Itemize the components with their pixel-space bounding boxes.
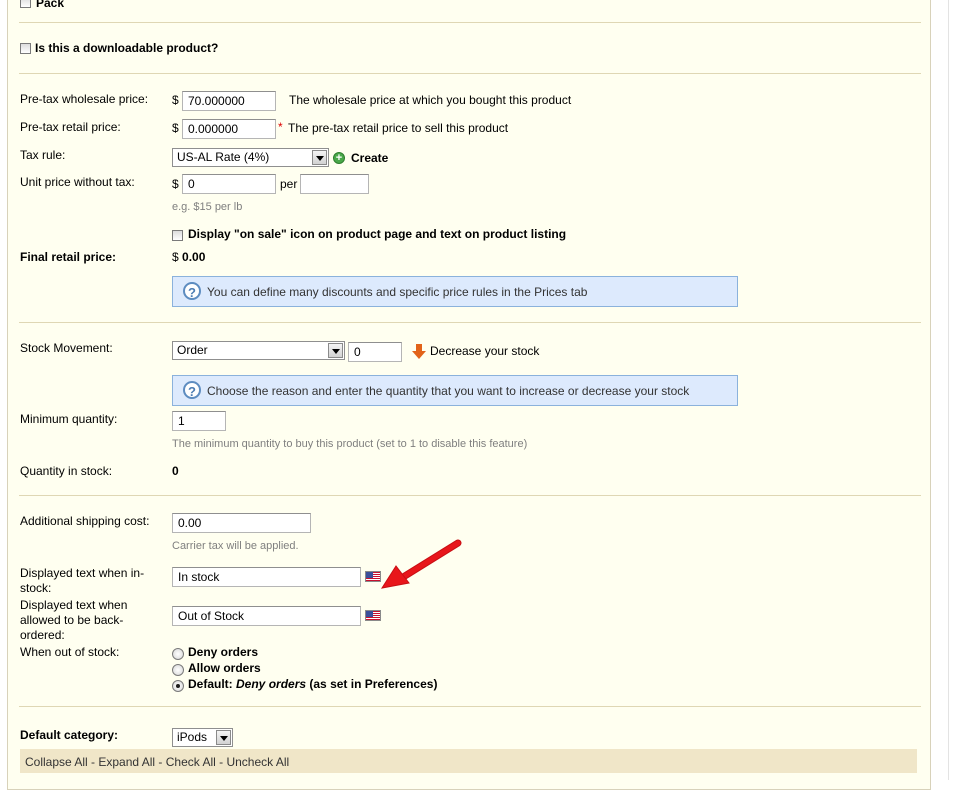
- arrow-down-icon: [412, 344, 426, 359]
- default-orders-label: Default: Deny orders (as set in Preferen…: [188, 677, 437, 691]
- qty-in-stock-value: 0: [172, 464, 179, 478]
- on-sale-label: Display "on sale" icon on product page a…: [188, 227, 567, 241]
- divider: [19, 322, 921, 323]
- unit-per-input[interactable]: [300, 174, 369, 194]
- min-qty-label: Minimum quantity:: [20, 412, 118, 426]
- min-qty-hint: The minimum quantity to buy this product…: [172, 438, 528, 450]
- check-all-link[interactable]: Check All: [166, 755, 216, 769]
- text-backorder-label-line: Displayed text when: [20, 598, 128, 612]
- uncheck-all-link[interactable]: Uncheck All: [226, 755, 289, 769]
- text-in-stock-input[interactable]: In stock: [172, 567, 361, 587]
- retail-price-input[interactable]: 0.000000: [182, 119, 276, 139]
- question-icon: ?: [183, 282, 201, 300]
- wholesale-price-desc: The wholesale price at which you bought …: [289, 93, 572, 107]
- downloadable-checkbox[interactable]: [20, 43, 31, 54]
- text-backorder-label: Displayed text when allowed to be back- …: [20, 598, 127, 643]
- required-asterisk: *: [278, 120, 283, 134]
- collapse-all-link[interactable]: Collapse All: [25, 755, 88, 769]
- prices-info-box: ? You can define many discounts and spec…: [172, 276, 738, 307]
- deny-orders-label: Deny orders: [188, 645, 259, 659]
- stock-movement-label: Stock Movement:: [20, 341, 113, 355]
- text-backorder-label-line: allowed to be back-: [20, 613, 124, 627]
- us-flag-icon[interactable]: [365, 610, 381, 621]
- final-price-value: $ 0.00: [172, 250, 205, 264]
- pack-checkbox[interactable]: [20, 0, 31, 8]
- unit-price-input[interactable]: 0: [182, 174, 276, 194]
- default-category-select[interactable]: iPods: [172, 728, 233, 747]
- text-in-stock-label: Displayed text when in- stock:: [20, 566, 144, 596]
- default-orders-radio[interactable]: [172, 680, 184, 692]
- divider: [19, 706, 921, 707]
- category-tree-actions: Collapse All - Expand All - Check All - …: [25, 755, 289, 769]
- deny-orders-radio[interactable]: [172, 648, 184, 660]
- default-category-selected: iPods: [177, 730, 208, 744]
- category-tree-toolbar: Collapse All - Expand All - Check All - …: [20, 749, 917, 773]
- page-right-gutter: [948, 0, 969, 780]
- default-suffix: (as set in Preferences): [309, 677, 438, 691]
- qty-in-stock-label: Quantity in stock:: [20, 464, 113, 478]
- stock-info-box: ? Choose the reason and enter the quanti…: [172, 375, 738, 406]
- create-tax-rule-link[interactable]: Create: [351, 151, 388, 165]
- shipping-cost-hint: Carrier tax will be applied.: [172, 540, 299, 552]
- chevron-down-icon: [328, 343, 343, 358]
- red-arrow-icon: [380, 539, 462, 589]
- text-backorder-label-line: ordered:: [20, 628, 65, 642]
- stock-action-text: Decrease your stock: [430, 344, 540, 358]
- text-in-stock-label-line: Displayed text when in-: [20, 566, 145, 580]
- allow-orders-radio[interactable]: [172, 664, 184, 676]
- stock-info-text: Choose the reason and enter the quantity…: [207, 384, 690, 398]
- unit-price-hint: e.g. $15 per lb: [172, 201, 243, 213]
- final-price-label: Final retail price:: [20, 250, 117, 264]
- per-label: per: [280, 177, 298, 191]
- default-value: Deny orders: [236, 677, 307, 691]
- shipping-cost-input[interactable]: 0.00: [172, 513, 311, 533]
- prices-info-text: You can define many discounts and specif…: [207, 285, 588, 299]
- divider: [19, 495, 921, 496]
- us-flag-icon[interactable]: [365, 571, 381, 582]
- text-backorder-input[interactable]: Out of Stock: [172, 606, 361, 626]
- divider: [19, 73, 921, 74]
- stock-quantity-input[interactable]: 0: [348, 342, 402, 362]
- wholesale-price-input[interactable]: 70.000000: [182, 91, 276, 111]
- shipping-cost-label: Additional shipping cost:: [20, 514, 150, 528]
- separator: -: [155, 755, 166, 769]
- currency-symbol: $: [172, 177, 179, 191]
- retail-price-desc: The pre-tax retail price to sell this pr…: [288, 121, 509, 135]
- tax-rule-label: Tax rule:: [20, 148, 66, 162]
- tax-rule-selected: US-AL Rate (4%): [177, 150, 270, 164]
- min-qty-input[interactable]: 1: [172, 411, 226, 431]
- tax-rule-select[interactable]: US-AL Rate (4%): [172, 148, 329, 167]
- divider: [19, 22, 921, 23]
- on-sale-checkbox[interactable]: [172, 230, 183, 241]
- currency-symbol: $: [172, 250, 179, 264]
- unit-price-label: Unit price without tax:: [20, 175, 135, 189]
- final-price-amount: 0.00: [182, 250, 206, 264]
- wholesale-price-label: Pre-tax wholesale price:: [20, 92, 149, 106]
- question-icon: ?: [183, 381, 201, 399]
- chevron-down-icon: [216, 730, 231, 745]
- separator: -: [87, 755, 99, 769]
- retail-price-label: Pre-tax retail price:: [20, 120, 121, 134]
- stock-movement-select[interactable]: Order: [172, 341, 345, 360]
- add-circle-icon[interactable]: +: [333, 152, 345, 164]
- downloadable-label: Is this a downloadable product?: [35, 41, 219, 55]
- separator: -: [215, 755, 227, 769]
- pack-label: Pack: [36, 0, 65, 10]
- out-of-stock-label: When out of stock:: [20, 645, 120, 659]
- default-prefix: Default:: [188, 677, 233, 691]
- currency-symbol: $: [172, 93, 179, 107]
- text-in-stock-label-line: stock:: [20, 581, 52, 595]
- expand-all-link[interactable]: Expand All: [98, 755, 155, 769]
- default-category-label: Default category:: [20, 728, 119, 742]
- stock-movement-selected: Order: [177, 343, 208, 357]
- currency-symbol: $: [172, 121, 179, 135]
- allow-orders-label: Allow orders: [188, 661, 261, 675]
- chevron-down-icon: [312, 150, 327, 165]
